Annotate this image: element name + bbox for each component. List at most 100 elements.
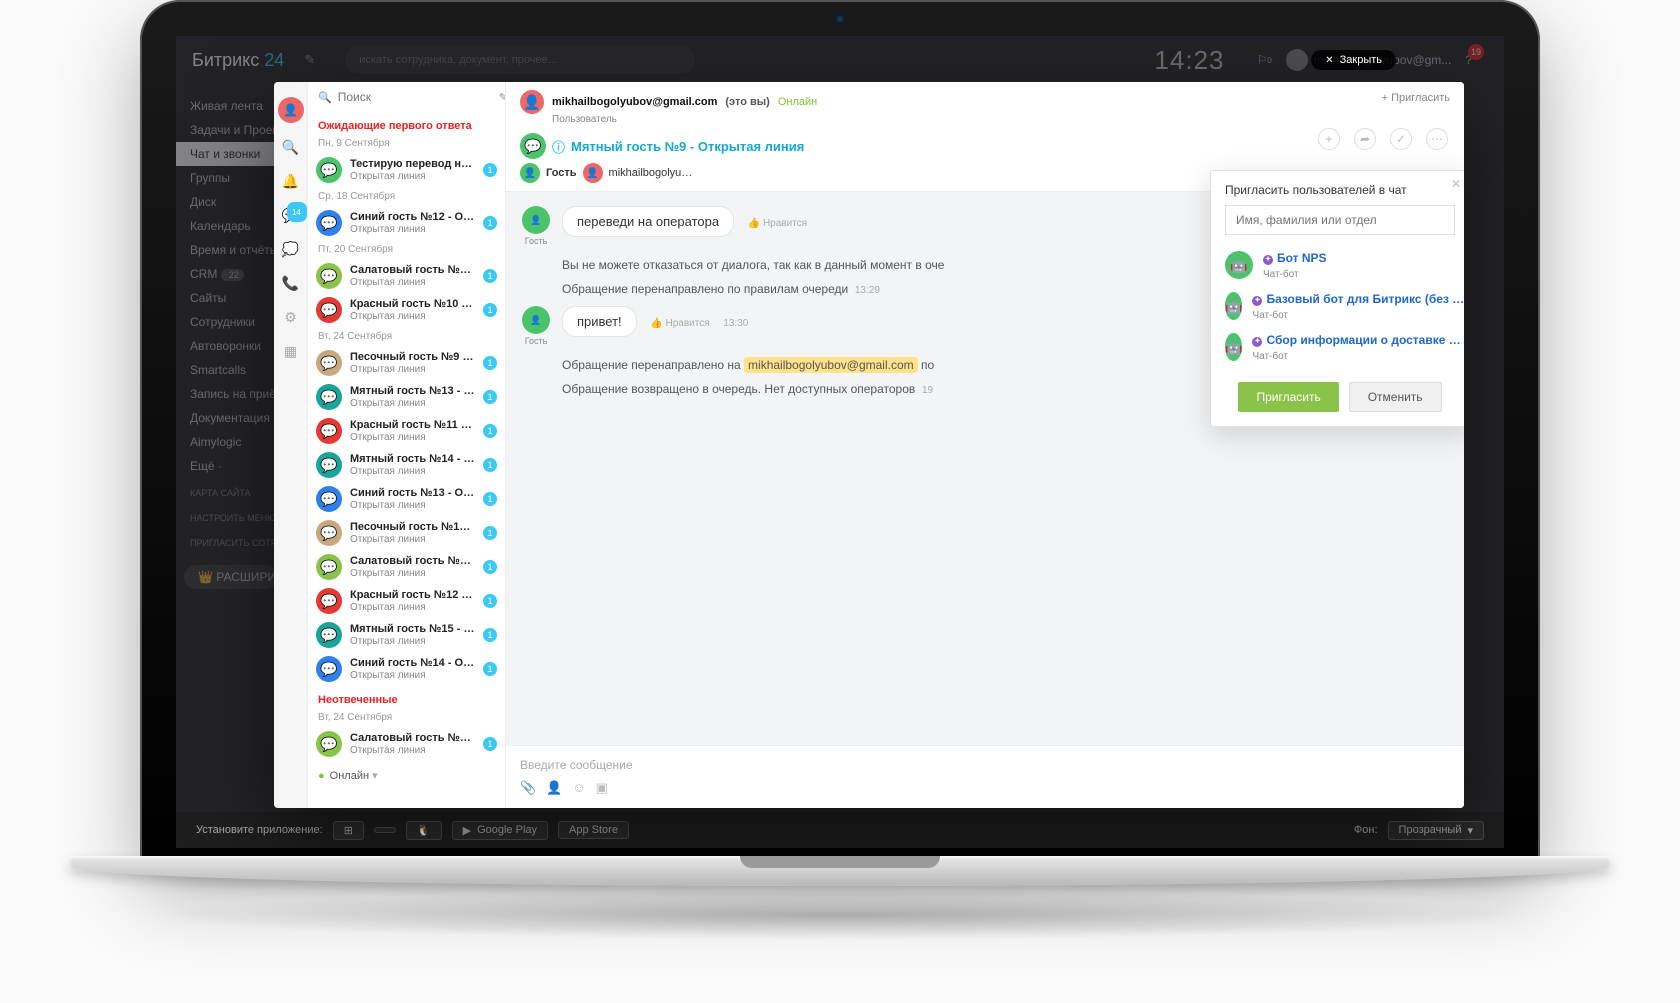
unread-badge: 1 (483, 458, 497, 472)
chat-item-icon: 💬 (316, 622, 342, 648)
unread-badge: 1 (483, 662, 497, 676)
chat-list-item[interactable]: 💬Салатовый гость №12 - Откры…Открытая ли… (308, 259, 505, 293)
chat-list-item[interactable]: 💬Песочный гость №9 - Открытая…Открытая л… (308, 346, 505, 380)
notifications-icon[interactable]: 🔔 (281, 171, 301, 191)
chat-list-item[interactable]: 💬Красный гость №10 - Открытая…Открытая л… (308, 293, 505, 327)
app-store-button[interactable]: App Store (558, 821, 629, 839)
chat-item-icon: 💬 (316, 452, 342, 478)
close-icon[interactable]: ✕ (1451, 177, 1461, 191)
chat-rail: 👤 🔍 🔔 💬14 💭 📞 ⚙ ▦ (274, 82, 308, 808)
bot-list-item[interactable]: 🤖✦Сбор информации о доставке …Чат-бот (1211, 327, 1464, 368)
chat-item-icon: 💬 (316, 656, 342, 682)
list-date: Вт, 24 Сентября (308, 327, 505, 346)
unread-badge: 1 (483, 560, 497, 574)
chat-list-item[interactable]: 💬Красный гость №11 - Открытая…Открытая л… (308, 414, 505, 448)
calls-icon[interactable]: 📞 (281, 273, 301, 293)
agent-avatar-icon: 👤 (583, 163, 603, 183)
chat-item-icon: 💬 (316, 157, 342, 183)
invite-link[interactable]: + Пригласить (1382, 92, 1450, 104)
cancel-button[interactable]: Отменить (1349, 382, 1442, 412)
chat-list-item[interactable]: 💬Красный гость №12 - Открытая…Открытая л… (308, 584, 505, 618)
camera-icon (835, 14, 845, 24)
chat-list-item[interactable]: 💬Синий гость №14 - Открытая л…Открытая л… (308, 652, 505, 686)
like-button[interactable]: 👍 Нравится (748, 218, 807, 229)
guest-avatar-icon: 👤 (522, 306, 550, 334)
chat-avatar-icon: 💬 (520, 133, 546, 159)
profile-avatar-icon[interactable]: 👤 (278, 97, 304, 123)
unread-badge: 1 (483, 492, 497, 506)
avatar-caption: Гость (525, 236, 548, 246)
bot-icon: 🤖 (1225, 292, 1242, 320)
unread-badge: 1 (483, 356, 497, 370)
emoji-icon[interactable]: ☺ (572, 780, 595, 795)
chat-list-item[interactable]: 💬Салатовый гость №14 - Откры…Открытая ли… (308, 550, 505, 584)
openlines-icon[interactable]: 💬14 (281, 205, 301, 225)
user-email: mikhailbogolyubov@gmail.com (552, 96, 717, 108)
linux-icon[interactable]: 🐧 (406, 821, 442, 840)
background-select[interactable]: Прозрачный ▾ (1388, 821, 1484, 840)
list-date: Ср, 18 Сентября (308, 187, 505, 206)
unread-badge: 1 (483, 303, 497, 317)
attach-icon[interactable]: 📎 (520, 780, 546, 795)
info-icon[interactable]: ⓘ (552, 137, 565, 156)
invite-search-input[interactable] (1225, 205, 1455, 235)
chat-list-item[interactable]: 💬Мятный гость №13 - Открытая …Открытая л… (308, 380, 505, 414)
chat-list-item[interactable]: 💬Тестирую перевод на оператор…Открытая л… (308, 153, 505, 187)
chat-list-item[interactable]: 💬Песочный гость №10 - Открыта…Открытая л… (308, 516, 505, 550)
chat-icon[interactable]: 💭 (281, 239, 301, 259)
chat-list-item[interactable]: 💬Мятный гость №14 - Открытая …Открытая л… (308, 448, 505, 482)
list-date: Вт, 24 Сентября (308, 708, 505, 727)
record-icon[interactable]: ▣ (596, 780, 618, 795)
google-play-button[interactable]: ▶ Google Play (452, 821, 548, 840)
message-input-area: Введите сообщение 📎👤☺▣ (506, 745, 1464, 808)
chat-list-item[interactable]: 💬Синий гость №12 - Открытая л…Открытая л… (308, 206, 505, 240)
chat-search-input[interactable] (338, 90, 493, 104)
list-section-header: Ожидающие первого ответа (308, 112, 505, 134)
chat-list-item[interactable]: 💬Мятный гость №15 - Открытая …Открытая л… (308, 618, 505, 652)
install-label: Установите приложение: (196, 824, 323, 836)
message-time: 13:30 (723, 318, 748, 329)
chat-item-icon: 💬 (316, 263, 342, 289)
unread-badge: 1 (483, 737, 497, 751)
status-online[interactable]: Онлайн ▾ (308, 761, 505, 790)
chat-list-item[interactable]: 💬Синий гость №13 - Открытая л…Открытая л… (308, 482, 505, 516)
bot-list-item[interactable]: 🤖✦Базовый бот для Битрикс (без …Чат-бот (1211, 286, 1464, 327)
chat-item-icon: 💬 (316, 554, 342, 580)
unread-badge: 1 (483, 628, 497, 642)
chat-list-item[interactable]: 💬Салатовый гость №13 - Открытая …Открыта… (308, 727, 505, 761)
unread-badge: 1 (483, 424, 497, 438)
chat-item-icon: 💬 (316, 731, 342, 757)
message-input[interactable]: Введите сообщение (520, 758, 1450, 772)
apple-icon[interactable] (374, 827, 396, 833)
settings-icon[interactable]: ⚙ (281, 307, 301, 327)
role-label: Пользователь (552, 114, 1450, 125)
forward-icon[interactable]: ➦ (1354, 128, 1376, 150)
guest-avatar-icon: 👤 (520, 163, 540, 183)
close-button[interactable]: Закрыть (1311, 50, 1396, 70)
apps-icon[interactable]: ▦ (281, 341, 301, 361)
message-bubble: привет! (562, 306, 637, 337)
mention-icon[interactable]: 👤 (546, 780, 572, 795)
participant-guest: Гость (546, 167, 577, 179)
chat-item-icon: 💬 (316, 384, 342, 410)
bot-icon: 🤖 (1225, 251, 1253, 279)
bot-list-item[interactable]: 🤖✦Бот NPSЧат-бот (1211, 245, 1464, 286)
check-icon[interactable]: ✓ (1390, 128, 1412, 150)
list-date: Пт, 20 Сентября (308, 240, 505, 259)
like-button[interactable]: 👍 Нравится (650, 318, 709, 329)
invite-button[interactable]: Пригласить (1238, 382, 1338, 412)
status-label: Онлайн (778, 96, 817, 108)
chat-item-icon: 💬 (316, 210, 342, 236)
bg-label: Фон: (1354, 824, 1378, 836)
more-icon[interactable]: ⋯ (1426, 128, 1448, 150)
chat-window: 👤 🔍 🔔 💬14 💭 📞 ⚙ ▦ 🔍 ✎ Ожидающие первого … (274, 82, 1464, 808)
search-icon: 🔍 (318, 91, 332, 104)
compose-icon[interactable]: ✎ (499, 91, 506, 104)
bot-icon: 🤖 (1225, 333, 1242, 361)
search-icon[interactable]: 🔍 (281, 137, 301, 157)
chat-item-icon: 💬 (316, 588, 342, 614)
chat-item-icon: 💬 (316, 418, 342, 444)
windows-icon[interactable]: ⊞ (333, 821, 364, 840)
add-icon[interactable]: + (1318, 128, 1340, 150)
unread-badge: 1 (483, 269, 497, 283)
